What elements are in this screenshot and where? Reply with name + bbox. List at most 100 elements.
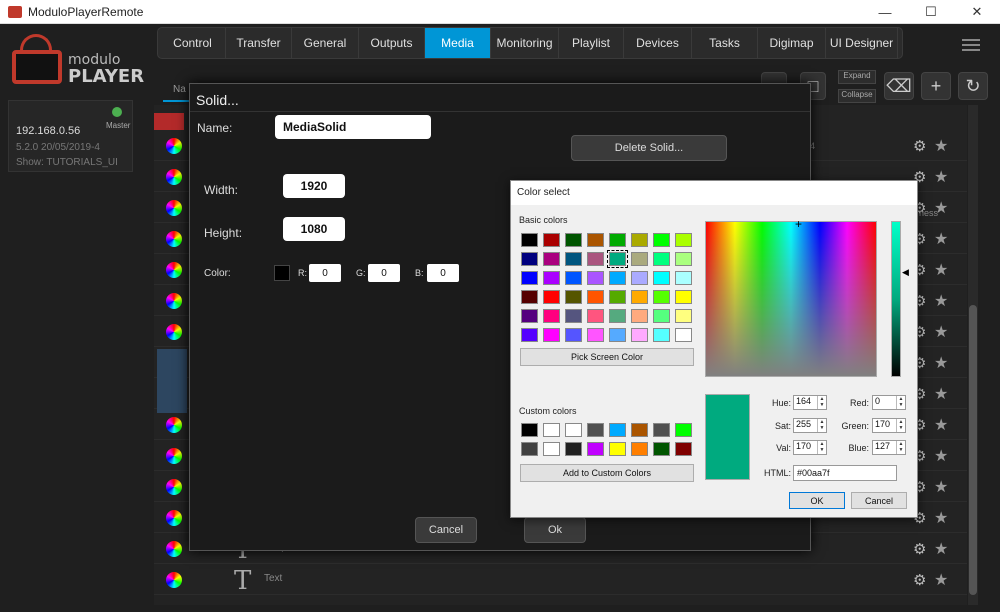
spin-icon[interactable]: ▲ ▼: [817, 419, 826, 432]
custom-color-swatch[interactable]: [609, 423, 626, 437]
list-item[interactable]: ⚙ ★ T Text: [154, 564, 967, 596]
basic-color-swatch[interactable]: [543, 271, 560, 285]
hue-input[interactable]: 164 ▲ ▼: [793, 395, 827, 410]
solid-ok-button[interactable]: Ok: [524, 517, 586, 543]
basic-color-swatch[interactable]: [653, 252, 670, 266]
custom-color-swatch[interactable]: [543, 442, 560, 456]
gear-icon[interactable]: ⚙: [913, 540, 926, 558]
basic-color-swatch[interactable]: [631, 233, 648, 247]
luminance-slider[interactable]: [891, 221, 901, 377]
basic-color-swatch[interactable]: [631, 309, 648, 323]
sub-tab-name[interactable]: Na: [163, 84, 189, 102]
html-input[interactable]: #00aa7f: [793, 465, 897, 481]
tab-tasks[interactable]: Tasks: [692, 28, 758, 58]
custom-color-swatch[interactable]: [521, 442, 538, 456]
basic-color-swatch[interactable]: [565, 309, 582, 323]
tab-media[interactable]: Media: [425, 28, 491, 58]
star-icon[interactable]: ★: [934, 229, 948, 249]
solid-cancel-button[interactable]: Cancel: [415, 517, 477, 543]
star-icon[interactable]: ★: [934, 415, 948, 435]
custom-color-swatch[interactable]: [543, 423, 560, 437]
delete-solid-button[interactable]: Delete Solid...: [571, 135, 727, 161]
maximize-icon[interactable]: ☐: [908, 0, 954, 24]
custom-color-swatch[interactable]: [587, 442, 604, 456]
basic-color-swatch[interactable]: [609, 233, 626, 247]
tab-digimap[interactable]: Digimap: [758, 28, 826, 58]
star-icon[interactable]: ★: [934, 384, 948, 404]
basic-color-swatch[interactable]: [521, 252, 538, 266]
basic-color-swatch[interactable]: [675, 328, 692, 342]
green-input[interactable]: 170 ▲ ▼: [872, 418, 906, 433]
basic-color-swatch[interactable]: [653, 309, 670, 323]
basic-color-swatch[interactable]: [675, 290, 692, 304]
basic-color-swatch[interactable]: [631, 290, 648, 304]
color-spectrum[interactable]: [705, 221, 877, 377]
basic-color-swatch[interactable]: [565, 233, 582, 247]
basic-color-swatch[interactable]: [609, 328, 626, 342]
basic-color-swatch[interactable]: [543, 290, 560, 304]
custom-color-swatch[interactable]: [565, 442, 582, 456]
basic-color-swatch[interactable]: [631, 252, 648, 266]
spin-icon[interactable]: ▲ ▼: [817, 396, 826, 409]
basic-color-swatch[interactable]: [653, 271, 670, 285]
basic-color-swatch[interactable]: [565, 290, 582, 304]
basic-color-swatch[interactable]: [521, 309, 538, 323]
custom-color-swatch[interactable]: [631, 442, 648, 456]
basic-color-swatch[interactable]: [609, 290, 626, 304]
basic-color-swatch[interactable]: [587, 233, 604, 247]
spin-icon[interactable]: ▲ ▼: [817, 441, 826, 454]
basic-color-swatch[interactable]: [631, 328, 648, 342]
basic-color-swatch[interactable]: [521, 290, 538, 304]
basic-color-swatch[interactable]: [587, 271, 604, 285]
add-custom-colors-button[interactable]: Add to Custom Colors: [520, 464, 694, 482]
basic-color-swatch[interactable]: [653, 290, 670, 304]
custom-color-swatch[interactable]: [653, 423, 670, 437]
custom-color-swatch[interactable]: [631, 423, 648, 437]
star-icon[interactable]: ★: [934, 322, 948, 342]
height-input[interactable]: 1080: [283, 217, 345, 241]
basic-color-swatch[interactable]: [631, 271, 648, 285]
name-input[interactable]: MediaSolid: [275, 115, 431, 139]
color-cancel-button[interactable]: Cancel: [851, 492, 907, 509]
custom-color-swatch[interactable]: [587, 423, 604, 437]
basic-color-swatch[interactable]: [565, 328, 582, 342]
tab-control[interactable]: Control: [160, 28, 226, 58]
basic-color-swatch[interactable]: [653, 328, 670, 342]
minimize-icon[interactable]: —: [862, 0, 908, 24]
tab-outputs[interactable]: Outputs: [359, 28, 425, 58]
basic-color-swatch[interactable]: [607, 250, 628, 268]
basic-color-swatch[interactable]: [565, 271, 582, 285]
custom-color-swatch[interactable]: [609, 442, 626, 456]
basic-color-swatch[interactable]: [521, 271, 538, 285]
custom-color-swatch[interactable]: [565, 423, 582, 437]
basic-color-swatch[interactable]: [587, 290, 604, 304]
luminance-arrow-icon[interactable]: ◀: [902, 267, 909, 278]
basic-color-swatch[interactable]: [543, 309, 560, 323]
custom-color-swatch[interactable]: [521, 423, 538, 437]
star-icon[interactable]: ★: [934, 446, 948, 466]
basic-color-swatch[interactable]: [543, 233, 560, 247]
collapse-button[interactable]: Collapse: [838, 89, 876, 103]
red-input[interactable]: 0 ▲ ▼: [872, 395, 906, 410]
basic-color-swatch[interactable]: [675, 309, 692, 323]
star-icon[interactable]: ★: [934, 167, 948, 187]
basic-color-swatch[interactable]: [521, 233, 538, 247]
tab-transfer[interactable]: Transfer: [226, 28, 292, 58]
basic-color-swatch[interactable]: [587, 309, 604, 323]
color-ok-button[interactable]: OK: [789, 492, 845, 509]
basic-color-swatch[interactable]: [543, 328, 560, 342]
expand-button[interactable]: Expand: [838, 70, 876, 84]
basic-color-swatch[interactable]: [587, 328, 604, 342]
list-scrollbar[interactable]: [968, 105, 978, 605]
custom-color-swatch[interactable]: [675, 423, 692, 437]
blue-input[interactable]: 127 ▲ ▼: [872, 440, 906, 455]
star-icon[interactable]: ★: [934, 539, 948, 559]
color-swatch[interactable]: [274, 265, 290, 281]
basic-color-swatch[interactable]: [609, 309, 626, 323]
gear-icon[interactable]: ⚙: [913, 137, 926, 155]
custom-color-swatch[interactable]: [675, 442, 692, 456]
crosshair-icon[interactable]: +: [795, 217, 802, 231]
tab-monitoring[interactable]: Monitoring: [491, 28, 559, 58]
close-icon[interactable]: ✕: [954, 0, 1000, 24]
custom-color-swatch[interactable]: [653, 442, 670, 456]
